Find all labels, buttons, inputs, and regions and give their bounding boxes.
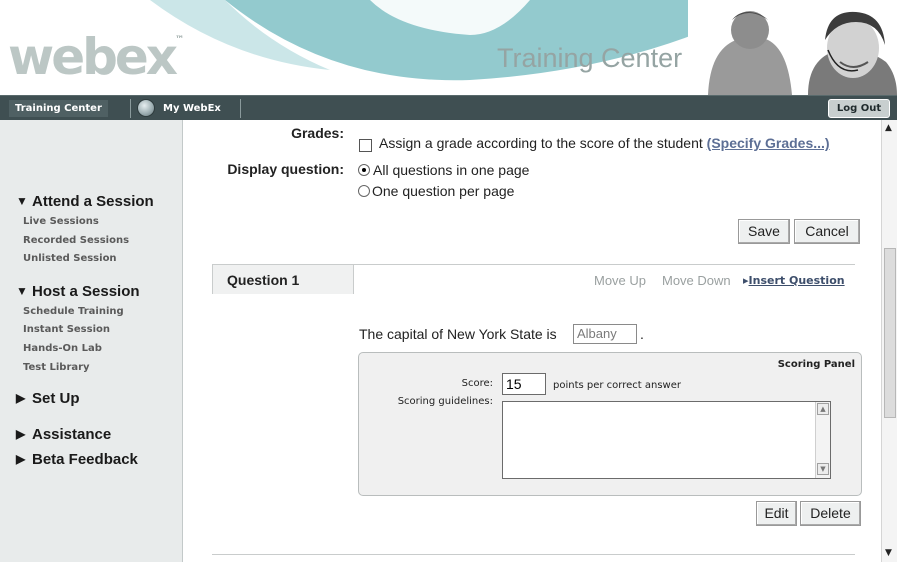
sidebar-item-hands-on-lab[interactable]: Hands-On Lab (23, 343, 102, 354)
score-label: Score: (461, 378, 493, 389)
nav-divider (240, 99, 241, 118)
sidebar-item-test-library[interactable]: Test Library (23, 362, 90, 373)
sidebar-item-recorded-sessions[interactable]: Recorded Sessions (23, 235, 129, 246)
header-photo (688, 0, 897, 95)
insert-question-link[interactable]: ▸Insert Question (743, 274, 845, 287)
sidebar-section-beta-feedback[interactable]: ▶ Beta Feedback (16, 451, 138, 468)
page-scrollbar[interactable]: ▲ ▼ (881, 120, 897, 562)
scoring-guidelines-textarea[interactable]: ▲ ▼ (502, 401, 831, 479)
scroll-down-icon[interactable]: ▼ (885, 548, 892, 558)
sidebar-item-instant-session[interactable]: Instant Session (23, 324, 110, 335)
sidebar-item-schedule-training[interactable]: Schedule Training (23, 306, 124, 317)
scroll-up-icon[interactable]: ▲ (885, 123, 892, 133)
triangle-down-icon: ▼ (16, 194, 28, 208)
triangle-down-icon: ▼ (16, 284, 28, 298)
move-down-link[interactable]: Move Down (662, 273, 731, 288)
sidebar-item-unlisted-session[interactable]: Unlisted Session (23, 253, 117, 264)
question-prompt-end: . (640, 326, 644, 342)
scoring-panel: Scoring Panel Score: 15 points per corre… (358, 352, 862, 496)
product-title: Training Center (497, 43, 683, 73)
triangle-right-icon: ▶ (16, 427, 26, 441)
cancel-button[interactable]: Cancel (794, 219, 860, 244)
question-divider (354, 264, 855, 265)
main-content: Grades: Assign a grade according to the … (184, 120, 881, 562)
textarea-scrollbar[interactable]: ▲ ▼ (815, 402, 830, 478)
grades-checkbox-text: Assign a grade according to the score of… (379, 135, 830, 151)
sidebar-section-assistance[interactable]: ▶ Assistance (16, 426, 111, 443)
logout-button[interactable]: Log Out (828, 99, 890, 118)
save-button[interactable]: Save (738, 219, 790, 244)
radio-one-per-page[interactable] (358, 185, 370, 197)
scroll-down-icon[interactable]: ▼ (817, 463, 829, 475)
sidebar-section-setup[interactable]: ▶ Set Up (16, 390, 80, 407)
scoring-panel-title: Scoring Panel (777, 359, 855, 370)
grades-label: Grades: (291, 125, 344, 141)
answer-field[interactable]: Albany (573, 324, 637, 344)
nav-bar: Training Center My WebEx Log Out (0, 95, 897, 120)
specify-grades-link[interactable]: (Specify Grades...) (707, 135, 830, 151)
page-header: webex™ Training Center (0, 0, 897, 95)
globe-icon[interactable] (137, 99, 155, 117)
question-divider (212, 554, 855, 555)
edit-button[interactable]: Edit (756, 501, 797, 526)
display-question-label: Display question: (227, 161, 344, 177)
radio-one-per-page-label: One question per page (372, 183, 515, 199)
sidebar: ▼ Attend a Session Live Sessions Recorded… (0, 120, 183, 562)
question-divider (353, 264, 354, 294)
triangle-right-icon: ▶ (16, 391, 26, 405)
triangle-right-icon: ▶ (16, 452, 26, 466)
tab-question-1[interactable]: Question 1 (212, 264, 354, 294)
delete-button[interactable]: Delete (800, 501, 861, 526)
sidebar-item-live-sessions[interactable]: Live Sessions (23, 216, 99, 227)
grades-checkbox[interactable] (359, 139, 372, 152)
scroll-up-icon[interactable]: ▲ (817, 403, 829, 415)
tab-my-webex[interactable]: My WebEx (163, 100, 221, 117)
scrollbar-thumb[interactable] (884, 248, 896, 418)
move-up-link[interactable]: Move Up (594, 273, 646, 288)
webex-logo[interactable]: webex™ (8, 32, 184, 82)
sidebar-section-attend[interactable]: ▼ Attend a Session (16, 193, 154, 210)
question-prompt: The capital of New York State is (359, 326, 557, 342)
nav-divider (130, 99, 131, 118)
scoring-guidelines-label: Scoring guidelines: (397, 396, 493, 407)
radio-all-questions[interactable] (358, 164, 370, 176)
sidebar-section-host[interactable]: ▼ Host a Session (16, 283, 140, 300)
radio-all-questions-label: All questions in one page (373, 162, 530, 178)
tab-training-center[interactable]: Training Center (9, 100, 108, 117)
score-input[interactable]: 15 (502, 373, 546, 395)
score-suffix: points per correct answer (553, 380, 681, 391)
